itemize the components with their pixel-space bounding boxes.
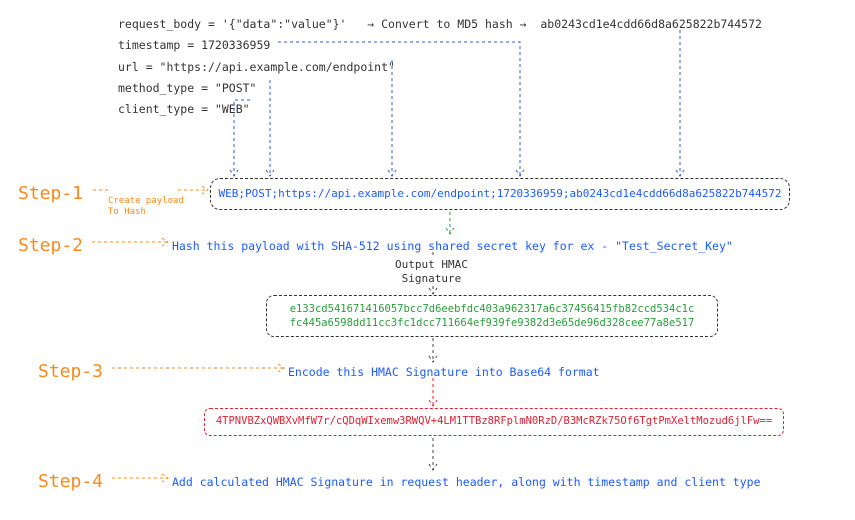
hmac-hex-line-2: fc445a6598dd11cc3fc1dcc711664ef939fe9382… bbox=[277, 316, 707, 330]
source-code-block: request_body = '{"data":"value"}' → Conv… bbox=[118, 16, 762, 122]
hmac-hex-line-1: e133cd541671416057bcc7d6eebfdc403a962317… bbox=[277, 302, 707, 316]
code-line-method: method_type = "POST" bbox=[118, 80, 762, 97]
step-4-description: Add calculated HMAC Signature in request… bbox=[172, 474, 761, 491]
code-request-body-md5: ab0243cd1e4cdd66d8a625822b744572 bbox=[540, 17, 762, 31]
step-2-label: Step-2 bbox=[18, 232, 83, 259]
step-2-description: Hash this payload with SHA-512 using sha… bbox=[172, 238, 733, 255]
code-line-timestamp: timestamp = 1720336959 bbox=[118, 37, 762, 54]
step-1-sublabel: Create payload To Hash bbox=[108, 196, 184, 218]
base64-signature-box: 4TPNVBZxQWBXvMfW7r/cQDqWIxemw3RWQV+4LM1T… bbox=[204, 408, 784, 436]
step-1-label: Step-1 bbox=[18, 180, 83, 207]
step-3-description: Encode this HMAC Signature into Base64 f… bbox=[288, 364, 600, 381]
code-request-body-conv: → Convert to MD5 hash → bbox=[367, 17, 526, 31]
hmac-output-label: Output HMAC Signature bbox=[395, 258, 468, 286]
code-line-request-body: request_body = '{"data":"value"}' → Conv… bbox=[118, 16, 762, 33]
payload-string: WEB;POST;https://api.example.com/endpoin… bbox=[219, 186, 782, 203]
base64-signature: 4TPNVBZxQWBXvMfW7r/cQDqWIxemw3RWQV+4LM1T… bbox=[216, 414, 772, 430]
hmac-hex-box: e133cd541671416057bcc7d6eebfdc403a962317… bbox=[266, 295, 718, 337]
step-4-label: Step-4 bbox=[38, 468, 103, 495]
payload-box: WEB;POST;https://api.example.com/endpoin… bbox=[210, 178, 790, 210]
step-3-label: Step-3 bbox=[38, 358, 103, 385]
code-line-url: url = "https://api.example.com/endpoint" bbox=[118, 59, 762, 76]
code-line-client: client_type = "WEB" bbox=[118, 101, 762, 118]
code-request-body-lhs: request_body = '{"data":"value"}' bbox=[118, 17, 346, 31]
